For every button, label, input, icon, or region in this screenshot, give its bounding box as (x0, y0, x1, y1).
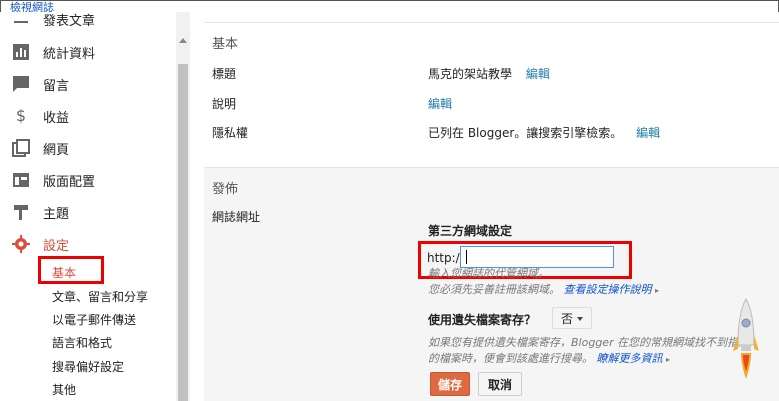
description-label: 說明 (212, 97, 237, 111)
sidebar-subitem-posts-comments-sharing[interactable]: 文章、留言和分享 (52, 288, 148, 305)
sidebar-item-pages[interactable]: 網頁 (0, 132, 176, 164)
setup-instructions-link[interactable]: 查看設定操作說明 (564, 283, 652, 296)
list-icon (14, 21, 28, 23)
sidebar-scrollbar[interactable] (176, 12, 190, 401)
sidebar-subitem-search-preferences[interactable]: 搜尋偏好設定 (52, 358, 124, 375)
missing-files-select[interactable]: 否 (552, 307, 592, 329)
basic-section: 基本 標題 馬克的架站教學 編輯 說明 編輯 隱私權 已列在 Blogger。讓… (204, 22, 779, 166)
sidebar-item-label: 發表文章 (43, 14, 96, 29)
title-label: 標題 (212, 67, 237, 81)
third-party-domain-title: 第三方網域設定 (428, 224, 513, 238)
sidebar-item-label: 版面配置 (43, 174, 96, 190)
blog-address-label: 網誌網址 (212, 210, 261, 224)
missing-files-value: 否 (561, 311, 574, 326)
stats-icon (13, 44, 29, 60)
sidebar-subitem-email[interactable]: 以電子郵件傳送 (52, 311, 136, 328)
chevron-down-icon (577, 317, 583, 321)
sidebar-item-label: 網頁 (43, 142, 70, 158)
basic-highlight-box (38, 256, 104, 284)
edit-title-link[interactable]: 編輯 (526, 67, 550, 81)
title-value-row: 馬克的架站教學 編輯 (428, 65, 550, 82)
domain-hint-line2-row: 您必須先妥善註冊該網域。 查看設定操作說明 ▸ (428, 281, 659, 297)
comment-icon (13, 76, 29, 92)
sidebar-item-theme[interactable]: 主題 (0, 196, 176, 228)
sidebar-item-posts[interactable]: 發表文章 (0, 4, 176, 36)
privacy-value: 已列在 Blogger。讓搜索引擎檢索。 (428, 126, 623, 140)
layout-icon (13, 173, 29, 187)
publish-section-title: 發佈 (212, 182, 239, 197)
sidebar-item-label: 統計資料 (43, 46, 96, 62)
sidebar-subitem-language-format[interactable]: 語言和格式 (52, 334, 112, 351)
missing-files-desc-line2-row: 的檔案時，便會到該處進行搜尋。 瞭解更多資訊 ▸ (428, 350, 670, 366)
sidebar-item-label: 設定 (43, 238, 70, 254)
domain-hint-line2: 您必須先妥善註冊該網域。 (428, 283, 560, 296)
domain-hint-line1: 輸入您網誌的代管網域。 (428, 267, 549, 280)
scroll-up-icon[interactable] (179, 38, 187, 43)
cancel-button[interactable]: 取消 (478, 372, 522, 396)
publish-section: 發佈 網誌網址 第三方網域設定 http:// 輸入您網誌的代管網域。 您必須先… (204, 167, 779, 401)
missing-files-desc-line2: 的檔案時，便會到該處進行搜尋。 (428, 352, 593, 365)
save-button[interactable]: 儲存 (430, 372, 470, 396)
sidebar-item-label: 主題 (43, 206, 70, 222)
missing-files-desc-line1: 如果您有提供遺失檔案寄存，Blogger 在您的常規網域找不到指定 (428, 336, 750, 349)
edit-description-link[interactable]: 編輯 (428, 97, 452, 111)
sidebar-subitem-other[interactable]: 其他 (52, 381, 76, 398)
title-value: 馬克的架站教學 (428, 67, 513, 81)
theme-icon (14, 205, 28, 220)
sidebar-item-earnings[interactable]: $ 收益 (0, 100, 176, 132)
sidebar-item-layout[interactable]: 版面配置 (0, 164, 176, 196)
scroll-thumb[interactable] (178, 64, 188, 401)
rocket-icon[interactable] (732, 297, 760, 389)
learn-more-link[interactable]: 瞭解更多資訊 (597, 352, 663, 365)
sidebar-item-label: 留言 (43, 78, 70, 94)
sidebar-item-comments[interactable]: 留言 (0, 68, 176, 100)
settings-main: 基本 標題 馬克的架站教學 編輯 說明 編輯 隱私權 已列在 Blogger。讓… (190, 12, 779, 401)
edit-privacy-link[interactable]: 編輯 (636, 126, 660, 140)
gear-icon (12, 235, 30, 253)
sidebar-item-stats[interactable]: 統計資料 (0, 36, 176, 68)
privacy-label: 隱私權 (212, 126, 249, 140)
sidebar: 發表文章 統計資料 留言 $ 收益 網頁 版面配置 主題 設定 基本 文章、留言… (0, 12, 176, 401)
pages-icon (12, 139, 30, 157)
description-value-row: 編輯 (428, 95, 452, 112)
chevron-right-icon: ▸ (655, 286, 660, 295)
privacy-value-row: 已列在 Blogger。讓搜索引擎檢索。 編輯 (428, 124, 660, 141)
chevron-right-icon: ▸ (666, 355, 671, 364)
dollar-icon: $ (15, 106, 27, 125)
sidebar-item-label: 收益 (43, 110, 70, 126)
basic-section-title: 基本 (212, 37, 239, 52)
missing-files-label: 使用遺失檔案寄存？ (428, 313, 537, 327)
